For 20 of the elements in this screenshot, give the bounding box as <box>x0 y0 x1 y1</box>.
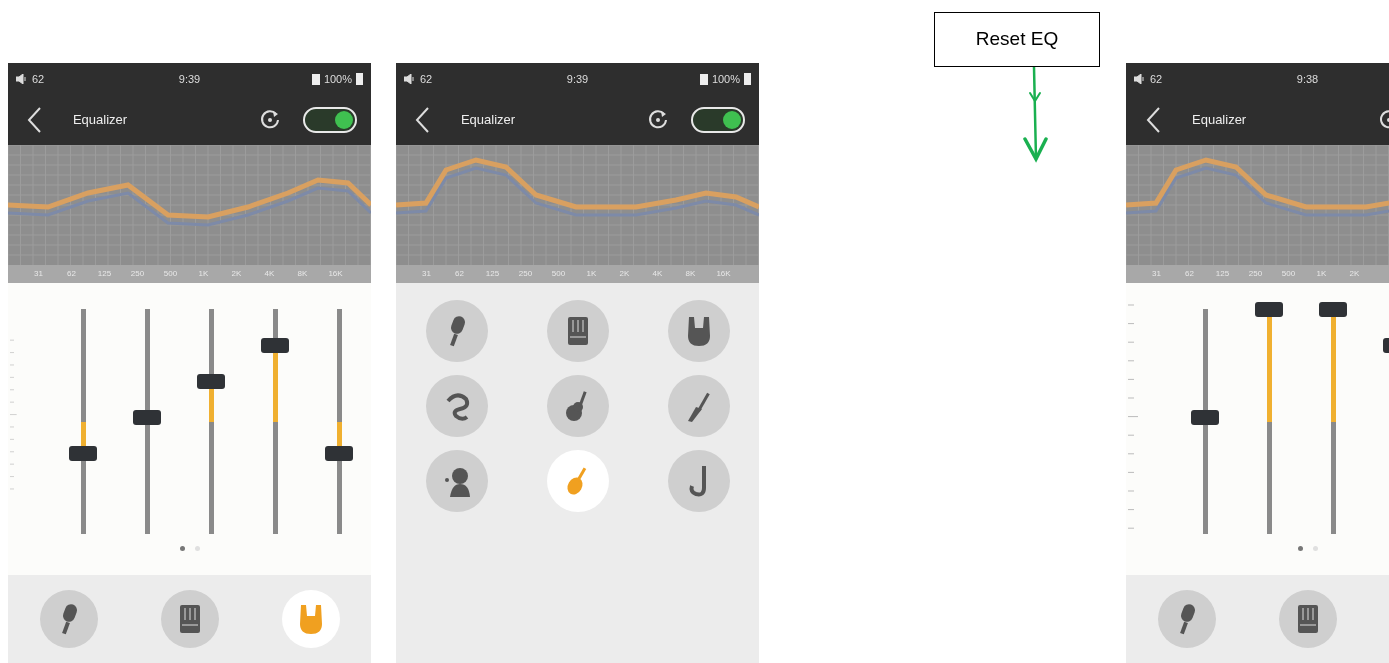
volume-level: 62 <box>420 71 433 87</box>
clock-time: 9:39 <box>177 71 202 87</box>
frequency-label: 62 <box>1184 268 1195 280</box>
battery-percent: 100% <box>711 71 740 87</box>
clock-time: 9:39 <box>565 71 590 87</box>
battery-percent: 100% <box>323 71 352 87</box>
annotation-label: Reset EQ <box>975 27 1059 52</box>
frequency-label: 4K <box>263 268 276 280</box>
screen-title: Equalizer <box>1192 111 1247 130</box>
frequency-label: 2K <box>1348 268 1361 280</box>
frequency-label: 4K <box>651 268 664 280</box>
frequency-label: 62 <box>454 268 465 280</box>
screen-title: Equalizer <box>460 111 516 130</box>
frequency-label: 62 <box>66 268 77 280</box>
frequency-label: 2K <box>230 268 243 280</box>
screen-title: Equalizer <box>72 111 128 130</box>
frequency-label: 2K <box>618 268 631 280</box>
volume-level: 62 <box>1150 71 1163 87</box>
volume-level: 62 <box>32 71 45 87</box>
clock-time: 9:38 <box>1295 71 1320 87</box>
